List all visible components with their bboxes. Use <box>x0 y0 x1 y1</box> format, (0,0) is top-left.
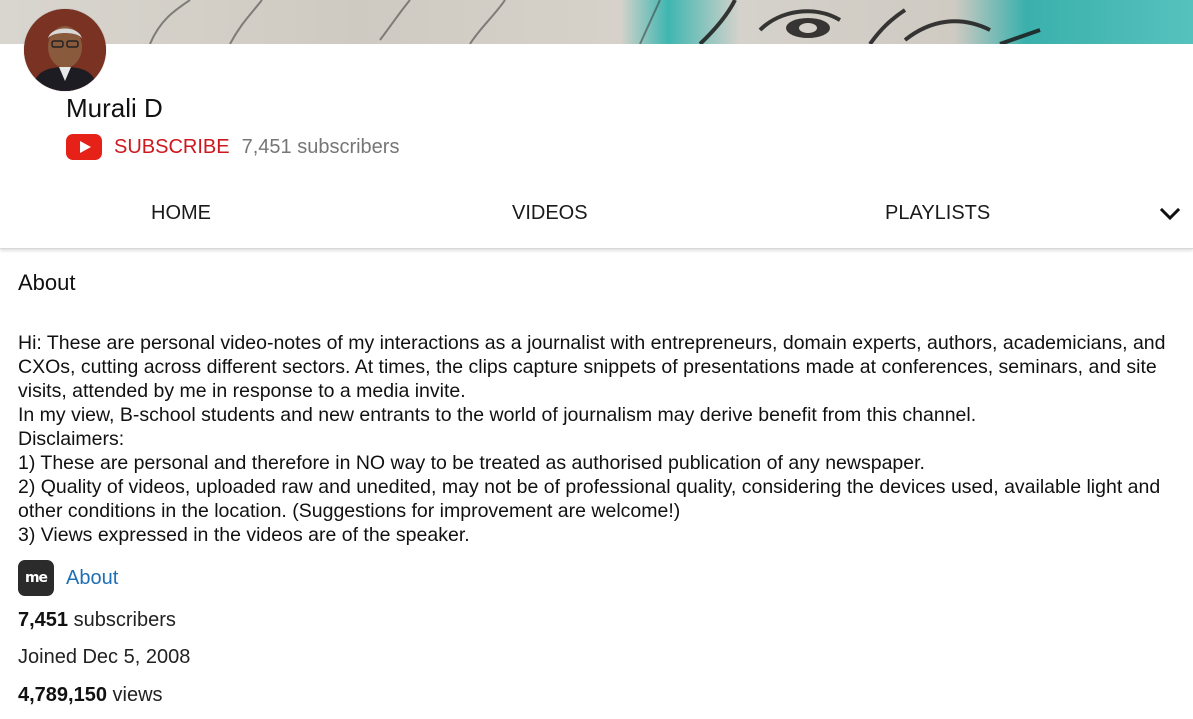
youtube-logo-icon[interactable] <box>66 134 102 160</box>
stat-views: 4,789,150 views <box>18 682 163 708</box>
description-line: 2) Quality of videos, uploaded raw and u… <box>18 476 1161 522</box>
me-icon[interactable]: me <box>18 560 54 596</box>
stat-subscribers: 7,451 subscribers <box>18 607 176 633</box>
subscribe-button[interactable]: SUBSCRIBE <box>114 136 230 159</box>
about-link-row[interactable]: me About <box>18 560 118 596</box>
channel-tabs: HOME VIDEOS PLAYLISTS <box>0 180 1193 249</box>
stat-subscribers-label: subscribers <box>68 609 176 631</box>
channel-avatar[interactable] <box>24 9 106 91</box>
tab-playlists[interactable]: PLAYLISTS <box>885 180 990 248</box>
tab-videos[interactable]: VIDEOS <box>512 180 588 248</box>
tab-home[interactable]: HOME <box>151 180 211 248</box>
description-line: Hi: These are personal video-notes of my… <box>18 332 1166 402</box>
stat-views-value: 4,789,150 <box>18 684 107 706</box>
banner-artwork <box>149 0 1041 44</box>
channel-page: Murali D SUBSCRIBE 7,451 subscribers HOM… <box>0 0 1193 719</box>
channel-name: Murali D <box>66 93 163 123</box>
stat-subscribers-value: 7,451 <box>18 609 69 631</box>
description-line: 1) These are personal and therefore in N… <box>18 452 925 474</box>
chevron-down-icon[interactable] <box>1158 202 1182 226</box>
subscribe-row: SUBSCRIBE 7,451 subscribers <box>66 133 399 161</box>
stat-views-label: views <box>106 684 163 706</box>
stat-joined: Joined Dec 5, 2008 <box>18 646 191 668</box>
description-line: Disclaimers: <box>18 428 125 450</box>
channel-description: Hi: These are personal video-notes of my… <box>18 331 1178 547</box>
description-line: In my view, B-school students and new en… <box>18 404 977 426</box>
description-line: 3) Views expressed in the videos are of … <box>18 524 470 546</box>
about-heading: About <box>18 270 76 295</box>
channel-banner <box>0 0 1193 44</box>
subscriber-count: 7,451 subscribers <box>241 135 400 158</box>
about-link[interactable]: About <box>66 567 118 590</box>
